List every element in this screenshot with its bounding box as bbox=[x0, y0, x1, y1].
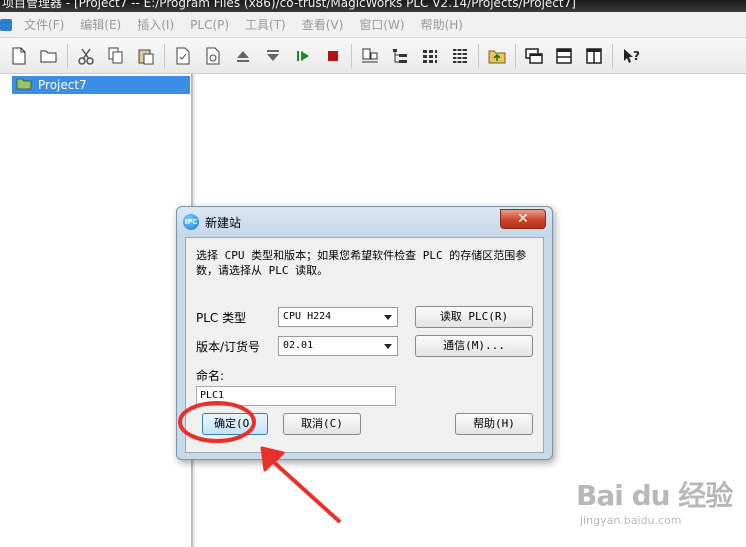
cancel-button[interactable]: 取消(C) bbox=[283, 413, 361, 435]
tree-item-label: Project7 bbox=[38, 78, 87, 92]
panel-icon[interactable] bbox=[550, 42, 578, 70]
toolbar-separator bbox=[478, 43, 479, 68]
project-tree-panel: Project7 bbox=[0, 74, 192, 547]
project-folder-icon bbox=[16, 77, 32, 93]
copy-icon[interactable] bbox=[102, 42, 130, 70]
help-button[interactable]: 帮助(H) bbox=[455, 413, 533, 435]
open-folder-icon[interactable] bbox=[35, 42, 63, 70]
dialog-title: 新建站 bbox=[205, 216, 242, 230]
toolbar: ? bbox=[0, 38, 746, 74]
menu-file[interactable]: 文件(F) bbox=[16, 16, 72, 33]
version-select[interactable]: 02.01 bbox=[278, 336, 398, 356]
stop-icon[interactable] bbox=[319, 42, 347, 70]
document-gear-icon[interactable] bbox=[199, 42, 227, 70]
run-icon[interactable] bbox=[289, 42, 317, 70]
toolbar-separator bbox=[612, 43, 613, 68]
document-check-icon[interactable] bbox=[169, 42, 197, 70]
folder-up-icon[interactable] bbox=[483, 42, 511, 70]
plc-type-label: PLC 类型 bbox=[196, 311, 247, 325]
menu-bar: 文件(F) 编辑(E) 插入(I) PLC(P) 工具(T) 查看(V) 窗口(… bbox=[0, 12, 746, 38]
name-label: 命名: bbox=[196, 369, 225, 383]
tree-item-project[interactable]: Project7 bbox=[12, 76, 190, 94]
version-label: 版本/订货号 bbox=[196, 340, 261, 354]
toolbar-separator bbox=[164, 43, 165, 68]
version-value: 02.01 bbox=[283, 340, 314, 351]
download-icon[interactable] bbox=[259, 42, 287, 70]
menu-view[interactable]: 查看(V) bbox=[294, 16, 352, 33]
toolbar-separator bbox=[515, 43, 516, 68]
paste-icon[interactable] bbox=[132, 42, 160, 70]
dialog-body: 选择 CPU 类型和版本；如果您希望软件检查 PLC 的存储区范围参数，请选择从… bbox=[185, 237, 544, 453]
dialog-title-bar[interactable]: IPC 新建站 ✕ bbox=[177, 207, 552, 237]
watermark-logo: Bai du 经验 bbox=[576, 479, 733, 512]
toolbar-separator bbox=[67, 43, 68, 68]
tree-view-icon[interactable] bbox=[386, 42, 414, 70]
new-station-dialog: IPC 新建站 ✕ 选择 CPU 类型和版本；如果您希望软件检查 PLC 的存储… bbox=[176, 206, 553, 460]
station-icon[interactable] bbox=[356, 42, 384, 70]
pointer-arrow-shaft bbox=[266, 455, 342, 524]
svg-text:?: ? bbox=[633, 49, 640, 63]
menu-tools[interactable]: 工具(T) bbox=[237, 16, 294, 33]
ok-button[interactable]: 确定(O) bbox=[202, 413, 268, 435]
menu-help[interactable]: 帮助(H) bbox=[413, 16, 471, 33]
watermark-url: jingyan.baidu.com bbox=[580, 514, 682, 527]
plc-type-select[interactable]: CPU H224 bbox=[278, 307, 398, 327]
baidu-watermark: Bai du 经验 jingyan.baidu.com bbox=[576, 470, 736, 540]
menu-insert[interactable]: 插入(I) bbox=[129, 16, 182, 33]
menu-window[interactable]: 窗口(W) bbox=[351, 16, 412, 33]
chevron-down-icon bbox=[384, 344, 392, 349]
new-file-icon[interactable] bbox=[5, 42, 33, 70]
window-title-bar: 项目管理器 - [Project7 -- E:/Program Files (x… bbox=[0, 0, 746, 12]
windows-icon[interactable] bbox=[520, 42, 548, 70]
toolbar-separator bbox=[351, 43, 352, 68]
chevron-down-icon bbox=[384, 315, 392, 320]
name-input[interactable]: PLC1 bbox=[196, 386, 396, 406]
read-plc-button[interactable]: 读取 PLC(R) bbox=[415, 306, 533, 328]
upload-icon[interactable] bbox=[229, 42, 257, 70]
communication-button[interactable]: 通信(M)... bbox=[415, 335, 533, 357]
grid-view-icon[interactable] bbox=[416, 42, 444, 70]
help-cursor-icon[interactable]: ? bbox=[617, 42, 645, 70]
plc-type-value: CPU H224 bbox=[283, 311, 332, 322]
menu-plc[interactable]: PLC(P) bbox=[182, 18, 237, 32]
cut-icon[interactable] bbox=[72, 42, 100, 70]
dialog-description: 选择 CPU 类型和版本；如果您希望软件检查 PLC 的存储区范围参数，请选择从… bbox=[196, 249, 527, 277]
app-icon bbox=[0, 18, 12, 31]
close-button[interactable]: ✕ bbox=[500, 209, 546, 229]
list-view-icon[interactable] bbox=[446, 42, 474, 70]
dialog-app-icon: IPC bbox=[183, 214, 199, 230]
window-title: 项目管理器 - [Project7 -- E:/Program Files (x… bbox=[2, 0, 576, 10]
split-panel-icon[interactable] bbox=[580, 42, 608, 70]
menu-edit[interactable]: 编辑(E) bbox=[72, 16, 129, 33]
